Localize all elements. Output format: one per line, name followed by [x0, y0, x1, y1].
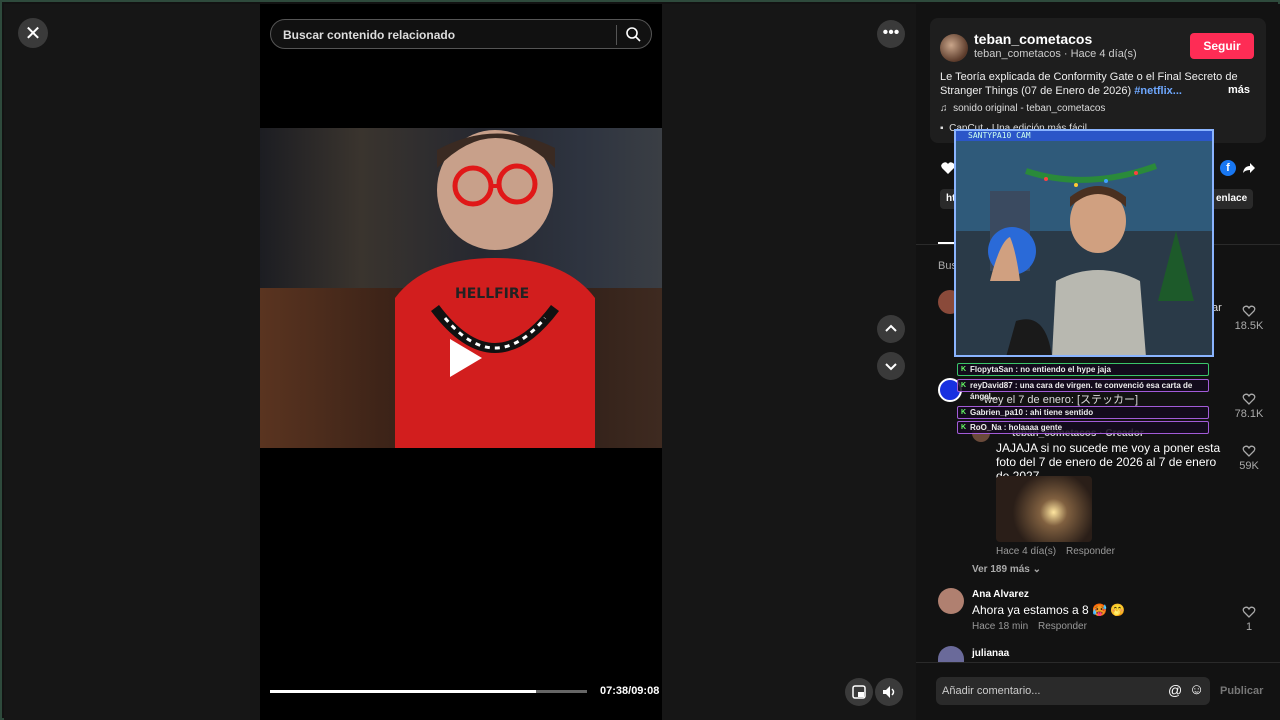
details-panel: teban_cometacos teban_cometacos · Hace 4… — [916, 4, 1280, 720]
post-meta: teban_cometacos · Hace 4 día(s) — [974, 48, 1137, 60]
reply-photo[interactable] — [996, 476, 1092, 542]
close-icon: ✕ — [24, 22, 42, 45]
reply-time: Hace 4 día(s) — [996, 546, 1057, 557]
picture-in-picture-button[interactable] — [845, 678, 873, 706]
chat-badge-icon: K — [961, 366, 967, 373]
volume-button[interactable] — [875, 678, 903, 706]
comment-like-count: 78.1K — [1234, 408, 1264, 420]
publish-button[interactable]: Publicar — [1220, 685, 1263, 697]
chevron-down-icon — [885, 363, 897, 371]
search-divider — [616, 25, 617, 45]
comment-input[interactable] — [942, 681, 1162, 701]
music-icon: ♫ — [940, 103, 948, 114]
chat-badge-icon: K — [961, 409, 967, 416]
related-search-bar[interactable]: Buscar contenido relacionado — [270, 19, 652, 49]
emoji-icon[interactable]: ☺ — [1189, 681, 1204, 698]
search-input[interactable]: Buscar contenido relacionado — [283, 28, 455, 42]
reply-like-count: 59K — [1239, 460, 1259, 472]
heart-icon[interactable] — [1242, 392, 1256, 406]
video-viewer: ✕ Buscar contenido relacionado HELLFIRE … — [4, 4, 916, 720]
chat-badge-icon: K — [961, 382, 967, 389]
next-video-button[interactable] — [877, 352, 905, 380]
author-avatar[interactable] — [940, 34, 968, 62]
view-more-replies[interactable]: Ver 189 más ⌄ — [972, 564, 1041, 575]
comment-text: Ahora ya estamos a 8 🥵 🤭 — [972, 603, 1126, 617]
capcut-icon: ▪ — [940, 123, 944, 134]
more-options-button[interactable]: ••• — [877, 20, 905, 48]
video-time: 07:38/09:08 — [600, 685, 660, 697]
comment-username[interactable]: Ana Alvarez — [972, 589, 1029, 600]
sound-label: sonido original - teban_cometacos — [953, 103, 1106, 114]
stream-chat-message: KreyDavid87 : una cara de virgen. te con… — [957, 379, 1209, 401]
stream-chat-message: K RoO_Na : holaaaa gente — [957, 421, 1209, 434]
video-progress-bar[interactable] — [270, 690, 587, 693]
chat-message-text: FlopytaSan : no entiendo el hype jaja — [970, 365, 1111, 374]
comment-input-wrapper[interactable]: @ ☺ — [936, 677, 1210, 705]
video-person: HELLFIRE — [395, 130, 595, 448]
description-text: Le Teoría explicada de Conformity Gate o… — [940, 71, 1238, 97]
app-window: ✕ Buscar contenido relacionado HELLFIRE … — [0, 0, 1280, 720]
heart-icon[interactable] — [1242, 605, 1256, 619]
post-info-card: teban_cometacos teban_cometacos · Hace 4… — [930, 18, 1266, 143]
reply-respond-button[interactable]: Responder — [1066, 546, 1115, 557]
chevron-down-icon: ⌄ — [1032, 564, 1041, 575]
at-icon[interactable]: @ — [1168, 682, 1182, 698]
show-more-link[interactable]: más — [1228, 84, 1250, 96]
webcam-title: SANTYPA10 CAM — [956, 131, 1212, 141]
chat-message-text: RoO_Na : holaaaa gente — [970, 423, 1063, 432]
chat-badge-icon: K — [961, 424, 967, 431]
heart-icon[interactable] — [1242, 304, 1256, 318]
stream-chat-message: K Gabrien_pa10 : ahi tiene sentido — [957, 406, 1209, 419]
stream-chat-message: K FlopytaSan : no entiendo el hype jaja — [957, 363, 1209, 376]
previous-video-button[interactable] — [877, 315, 905, 343]
sound-row[interactable]: ♫ sonido original - teban_cometacos — [940, 103, 1105, 114]
chevron-up-icon — [885, 324, 897, 332]
more-icon: ••• — [882, 24, 900, 41]
comment-text: wey el 7 de enero: [ステッカー] — [984, 394, 1139, 406]
play-icon[interactable] — [438, 333, 488, 383]
facebook-icon[interactable]: f — [1220, 160, 1236, 176]
video-column: Buscar contenido relacionado HELLFIRE 07… — [260, 4, 662, 720]
comment-respond-button[interactable]: Responder — [1038, 621, 1087, 632]
view-more-label: Ver 189 más — [972, 564, 1030, 575]
close-button[interactable]: ✕ — [18, 18, 48, 48]
comment-like-count: 18.5K — [1234, 320, 1264, 332]
video-progress-fill — [270, 690, 537, 693]
comment-time: Hace 18 min — [972, 621, 1029, 632]
comment-username[interactable]: julianaa — [972, 648, 1009, 659]
share-icon[interactable] — [1242, 161, 1256, 175]
follow-button[interactable]: Seguir — [1190, 33, 1254, 59]
post-description: Le Teoría explicada de Conformity Gate o… — [940, 70, 1240, 98]
comment-like-count: 1 — [1245, 621, 1253, 633]
copy-link-button[interactable]: enlace — [1210, 189, 1254, 209]
stream-webcam-overlay: SANTYPA10 CAM — [954, 129, 1214, 357]
webcam-scene — [956, 141, 1212, 355]
svg-text:HELLFIRE: HELLFIRE — [455, 286, 529, 302]
heart-icon[interactable] — [1242, 444, 1256, 458]
chat-message-text: Gabrien_pa10 : ahi tiene sentido — [970, 408, 1094, 417]
volume-icon — [883, 686, 895, 698]
author-username[interactable]: teban_cometacos — [974, 31, 1092, 47]
hashtag-link[interactable]: #netflix... — [1134, 85, 1182, 97]
pip-icon — [852, 685, 866, 699]
comment-avatar[interactable] — [938, 588, 964, 614]
search-icon[interactable] — [625, 26, 641, 42]
video-player[interactable]: HELLFIRE — [260, 128, 662, 448]
